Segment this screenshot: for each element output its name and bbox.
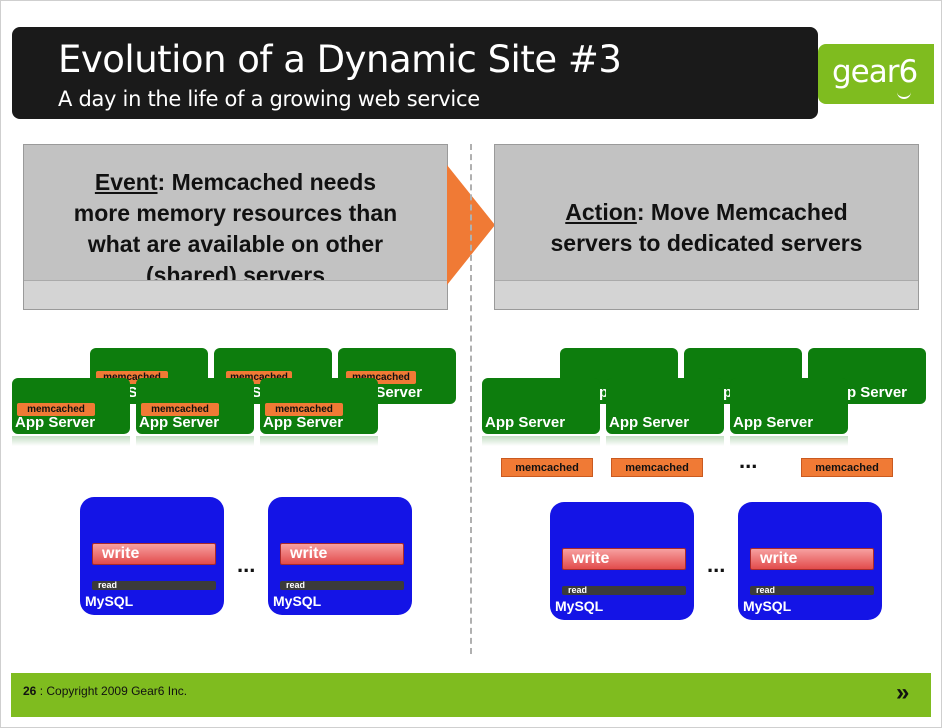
read-bar: read (92, 581, 216, 590)
server-reflection (730, 436, 848, 446)
mysql-label: MySQL (85, 593, 134, 609)
slide-title: Evolution of a Dynamic Site #3 (58, 38, 622, 81)
action-label: Action (565, 199, 637, 225)
app-server: App Server (606, 378, 724, 446)
app-server-label: App Server (139, 414, 220, 431)
slide-subtitle: A day in the life of a growing web servi… (58, 87, 480, 111)
server-reflection (606, 436, 724, 446)
action-box: Action: Move Memcached servers to dedica… (494, 144, 919, 310)
server-reflection (260, 436, 378, 446)
next-slide-icon[interactable]: » (896, 679, 909, 707)
app-server: memcached App Server (136, 378, 254, 446)
read-bar: read (280, 581, 404, 590)
logo-text: gear6 (832, 54, 918, 90)
app-server-label: App Server (609, 414, 690, 431)
mysql-server: write read MySQL (550, 502, 694, 620)
ellipsis: ... (237, 552, 256, 577)
center-divider (470, 144, 472, 654)
app-server-label: App Server (733, 414, 814, 431)
action-text-2: servers to dedicated servers (550, 230, 863, 256)
server-reflection (136, 436, 254, 446)
mysql-label: MySQL (555, 598, 604, 614)
app-server-label: App Server (15, 414, 96, 431)
event-text-4: (shared) servers (146, 262, 325, 288)
server-reflection (482, 436, 600, 446)
memcached-server: memcached (501, 458, 593, 477)
app-server: memcached App Server (12, 378, 130, 446)
app-server: memcached App Server (260, 378, 378, 446)
memcached-server: memcached (611, 458, 703, 477)
app-server: App Server (482, 378, 600, 446)
ellipsis: ... (739, 448, 758, 473)
write-bar: write (92, 543, 216, 565)
event-text-1: : Memcached needs (157, 169, 377, 195)
app-server-label: App Server (263, 414, 344, 431)
write-bar: write (562, 548, 686, 570)
server-reflection (12, 436, 130, 446)
app-server-label: App Server (485, 414, 566, 431)
app-server: App Server (730, 378, 848, 446)
event-label: Event (94, 169, 158, 195)
mysql-label: MySQL (273, 593, 322, 609)
mysql-label: MySQL (743, 598, 792, 614)
memcached-server: memcached (801, 458, 893, 477)
copyright-text: : Copyright 2009 Gear6 Inc. (36, 684, 188, 698)
action-text-1: : Move Memcached (636, 199, 848, 225)
ellipsis: ... (707, 552, 726, 577)
read-bar: read (750, 586, 874, 595)
mysql-server: write read MySQL (80, 497, 224, 615)
read-bar: read (562, 586, 686, 595)
mysql-server: write read MySQL (738, 502, 882, 620)
event-box: Event: Memcached needs more memory resou… (23, 144, 448, 310)
write-bar: write (750, 548, 874, 570)
mysql-server: write read MySQL (268, 497, 412, 615)
event-text-3: what are available on other (87, 231, 384, 257)
event-text-2: more memory resources than (73, 200, 398, 226)
write-bar: write (280, 543, 404, 565)
footer-text: 26 : Copyright 2009 Gear6 Inc. (23, 684, 187, 698)
page-number: 26 (23, 684, 37, 698)
